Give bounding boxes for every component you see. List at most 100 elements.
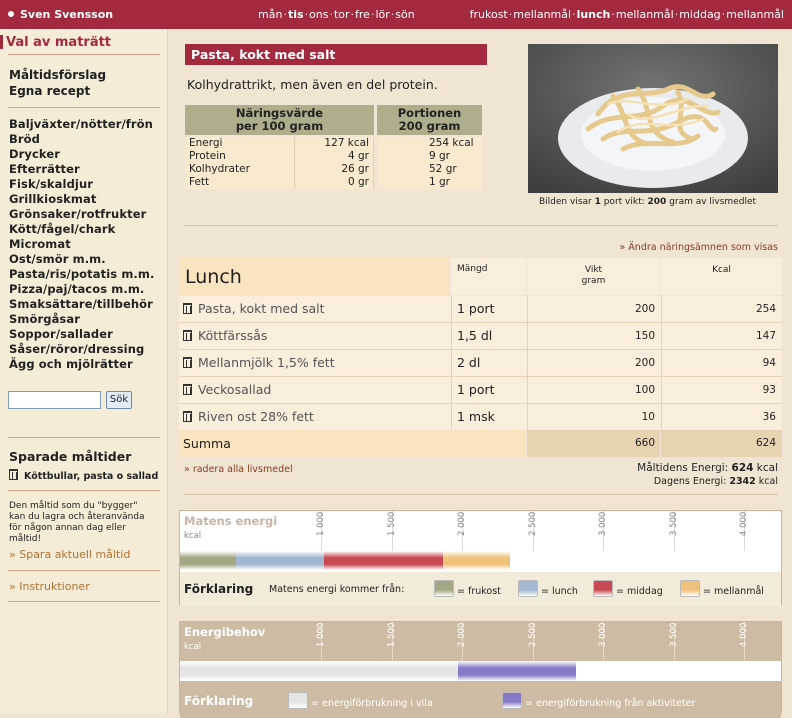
category-0[interactable]: Baljväxter/nötter/frön <box>9 117 153 131</box>
category-2[interactable]: Drycker <box>9 147 60 161</box>
divider <box>184 494 778 495</box>
category-14[interactable]: Soppor/sallader <box>9 327 113 341</box>
legend-label: = lunch <box>541 586 578 597</box>
food-energy-legend: Förklaring Matens energi kommer från: = … <box>180 572 781 606</box>
category-1[interactable]: Bröd <box>9 132 40 146</box>
search-button[interactable]: Sök <box>106 391 132 409</box>
photo-caption: Bilden visar 1 port vikt: 200 gram av li… <box>539 197 757 207</box>
food-name[interactable]: Pasta, kokt med salt <box>198 301 325 316</box>
meal-lunch[interactable]: lunch <box>577 8 611 21</box>
category-4[interactable]: Fisk/skaldjur <box>9 177 93 191</box>
food-name[interactable]: Riven ost 28% fett <box>198 409 314 424</box>
day-tis[interactable]: tis <box>288 8 304 21</box>
food-amount[interactable]: 1 msk <box>451 404 526 430</box>
divider <box>8 107 160 108</box>
col-amount-header: Mängd <box>451 258 526 295</box>
trash-icon[interactable] <box>183 357 192 368</box>
chart-title: Energibehov <box>184 625 266 639</box>
category-3[interactable]: Efterrätter <box>9 162 80 176</box>
food-amount[interactable]: 1 port <box>451 377 526 403</box>
nutrient-name: Protein <box>185 150 295 163</box>
food-amount[interactable]: 1,5 dl <box>451 323 526 349</box>
tick-label: 4 000 <box>739 622 749 647</box>
legend-swatch <box>680 580 700 597</box>
day-lör[interactable]: lör <box>375 8 389 21</box>
tick-label: 3 000 <box>598 511 608 536</box>
chart-unit: kcal <box>184 642 202 652</box>
trash-icon[interactable] <box>183 330 192 341</box>
search-input[interactable] <box>8 391 101 409</box>
meal-mellanmål[interactable]: mellanmål <box>726 8 784 21</box>
saved-meal-item[interactable]: Köttbullar, pasta o sallad <box>9 469 158 482</box>
nutrition-header-per100: Näringsvärde per 100 gram <box>185 105 374 135</box>
meal-middag[interactable]: middag <box>679 8 720 21</box>
category-13[interactable]: Smörgåsar <box>9 312 80 326</box>
tick-label: 2 000 <box>457 622 467 647</box>
chart-unit: kcal <box>184 531 202 541</box>
day-sön[interactable]: sön <box>395 8 414 21</box>
food-kcal: 94 <box>661 350 782 376</box>
main-content: Pasta, kokt med salt Kolhydrattrikt, men… <box>169 29 792 718</box>
change-nutrients-link[interactable]: » Ändra näringsämnen som visas <box>619 242 778 253</box>
legend-label: = mellanmål <box>703 586 764 597</box>
food-weight: 200 <box>527 296 660 322</box>
meal-frukost[interactable]: frukost <box>470 8 508 21</box>
instructions-link[interactable]: » Instruktioner <box>9 580 90 593</box>
category-11[interactable]: Pizza/paj/tacos m.m. <box>9 282 144 296</box>
trash-icon[interactable] <box>9 469 18 480</box>
delete-all-link[interactable]: » radera alla livsmedel <box>184 464 293 475</box>
divider <box>8 570 160 571</box>
trash-icon[interactable] <box>183 384 192 395</box>
nutrient-portion: 254 kcal <box>377 137 482 150</box>
food-name[interactable]: Mellanmjölk 1,5% fett <box>198 355 335 370</box>
divider <box>8 490 160 491</box>
tick-label: 3 500 <box>668 622 679 647</box>
meal-mellanmål[interactable]: mellanmål <box>513 8 571 21</box>
day-fre[interactable]: fre <box>355 8 370 21</box>
nutrient-portion: 52 gr <box>377 163 482 176</box>
bar-frukost <box>180 551 237 570</box>
food-name[interactable]: Köttfärssås <box>198 328 267 343</box>
day-mån[interactable]: mån <box>258 8 282 21</box>
food-weight: 150 <box>527 323 660 349</box>
saved-meal-info: Den måltid som du "bygger" kan du lagra … <box>9 501 145 544</box>
nutrient-per100: 4 gr <box>296 150 374 163</box>
food-kcal: 93 <box>661 377 782 403</box>
category-16[interactable]: Ägg och mjölrätter <box>9 357 133 371</box>
trash-icon[interactable] <box>183 411 192 422</box>
energy-need-chart: Energibehov kcal 1 000 1 500 2 000 2 500 3 0… <box>179 621 782 718</box>
energy-need-plot: Energibehov kcal 1 000 1 500 2 000 2 500 3 0… <box>180 622 781 684</box>
food-kcal: 36 <box>661 404 782 430</box>
day-tor[interactable]: tor <box>334 8 350 21</box>
bar-lunch <box>236 551 325 570</box>
trash-icon[interactable] <box>183 303 192 314</box>
legend-swatch <box>518 580 538 597</box>
nutrient-per100: 0 gr <box>296 176 374 189</box>
sum-weight: 660 <box>527 430 660 457</box>
food-amount[interactable]: 1 port <box>451 296 526 322</box>
food-photo <box>528 44 778 193</box>
tick-label: 1 000 <box>316 511 326 536</box>
day-ons[interactable]: ons <box>309 8 328 21</box>
meal-row: Veckosallad 1 port 100 93 <box>179 377 782 404</box>
saved-meals-title: Sparade måltider <box>9 449 132 464</box>
category-6[interactable]: Grönsaker/rotfrukter <box>9 207 146 221</box>
save-meal-link[interactable]: » Spara aktuell måltid <box>9 548 130 561</box>
category-9[interactable]: Ost/smör m.m. <box>9 252 106 266</box>
chart-title: Matens energi <box>184 514 278 528</box>
category-12[interactable]: Smaksättare/tillbehör <box>9 297 153 311</box>
category-15[interactable]: Såser/röror/dressing <box>9 342 144 356</box>
tick-label: 1 500 <box>386 511 397 536</box>
food-weight: 100 <box>527 377 660 403</box>
link-meal-suggestions[interactable]: Måltidsförslag <box>9 68 106 82</box>
category-10[interactable]: Pasta/ris/potatis m.m. <box>9 267 154 281</box>
link-own-recipes[interactable]: Egna recept <box>9 84 90 98</box>
food-amount[interactable]: 2 dl <box>451 350 526 376</box>
category-8[interactable]: Micromat <box>9 237 71 251</box>
food-name[interactable]: Veckosallad <box>198 382 271 397</box>
food-weight: 200 <box>527 350 660 376</box>
category-5[interactable]: Grillkioskmat <box>9 192 96 206</box>
meal-mellanmål[interactable]: mellanmål <box>616 8 674 21</box>
category-7[interactable]: Kött/fågel/chark <box>9 222 115 236</box>
legend-label: = energiförbrukning i vila <box>311 698 433 709</box>
